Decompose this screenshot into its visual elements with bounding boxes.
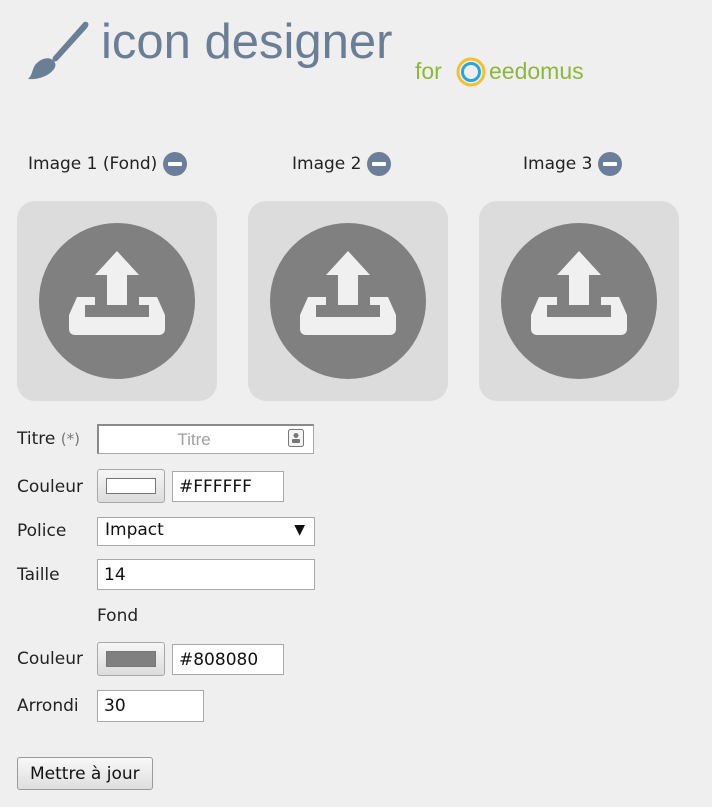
image-3-label-text: Image 3 <box>523 154 593 174</box>
title-label: Titre (*) <box>17 429 80 449</box>
image-1-upload-slot[interactable] <box>17 201 217 401</box>
upload-icon <box>270 223 426 379</box>
brand-name: eedomus <box>489 58 584 84</box>
background-color-swatch <box>106 651 156 667</box>
background-section-heading: Fond <box>97 606 139 626</box>
rounding-label: Arrondi <box>17 696 79 716</box>
minus-circle-icon[interactable] <box>163 152 188 176</box>
text-color-swatch <box>106 478 156 494</box>
image-3-upload-slot[interactable] <box>479 201 679 401</box>
required-mark: (*) <box>60 430 80 448</box>
font-select[interactable]: Impact ▼ <box>97 517 315 546</box>
size-label: Taille <box>17 565 60 585</box>
image-3-label: Image 3 <box>523 152 623 176</box>
rounding-input[interactable] <box>97 690 204 722</box>
minus-circle-icon[interactable] <box>598 152 623 176</box>
text-color-label: Couleur <box>17 477 83 497</box>
image-2-label-text: Image 2 <box>292 154 362 174</box>
background-color-picker-button[interactable] <box>97 642 165 676</box>
image-1-label: Image 1 (Fond) <box>28 152 188 176</box>
font-select-value: Impact <box>105 520 164 540</box>
size-input[interactable] <box>97 559 315 590</box>
text-color-input[interactable] <box>172 471 284 502</box>
app-title: icon designer <box>101 15 393 69</box>
image-1-label-text: Image 1 (Fond) <box>28 154 158 174</box>
app-header: icon designer for eedomus <box>24 15 684 98</box>
eedomus-logo-icon <box>456 57 486 87</box>
text-color-picker-button[interactable] <box>97 469 165 503</box>
for-text: for <box>415 58 442 84</box>
image-2-label: Image 2 <box>292 152 392 176</box>
image-2-upload-slot[interactable] <box>248 201 448 401</box>
title-label-text: Titre <box>17 429 56 449</box>
background-color-input[interactable] <box>172 644 284 675</box>
minus-circle-icon[interactable] <box>367 152 392 176</box>
background-color-label: Couleur <box>17 649 83 669</box>
dropdown-arrow-icon: ▼ <box>294 522 305 538</box>
update-button[interactable]: Mettre à jour <box>17 757 153 790</box>
title-input[interactable] <box>97 424 314 454</box>
contact-card-icon[interactable] <box>288 429 304 447</box>
upload-icon <box>39 223 195 379</box>
font-label: Police <box>17 521 67 541</box>
paintbrush-icon <box>28 21 89 80</box>
upload-icon <box>501 223 657 379</box>
